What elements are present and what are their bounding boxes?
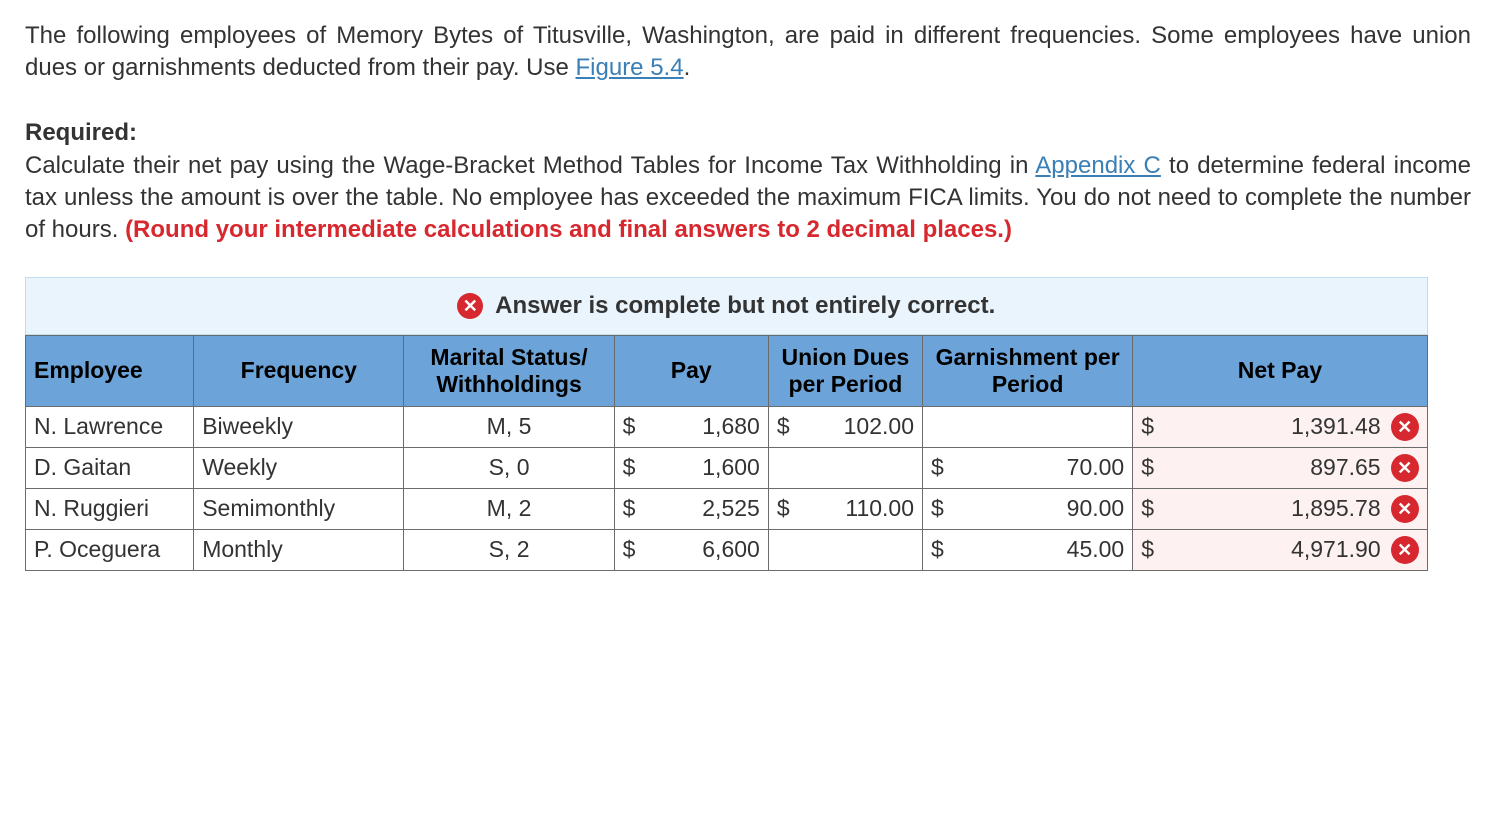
cell-garnish: $45.00 bbox=[923, 529, 1133, 570]
incorrect-icon: ✕ bbox=[1391, 454, 1419, 482]
cell-pay: $1,600 bbox=[614, 447, 768, 488]
prompt-text-1b: . bbox=[684, 54, 691, 81]
cell-marital: M, 5 bbox=[404, 406, 614, 447]
cell-marital: S, 2 bbox=[404, 529, 614, 570]
cell-garnish: $90.00 bbox=[923, 488, 1133, 529]
table-row: N. RuggieriSemimonthlyM, 2$2,525$110.00$… bbox=[26, 488, 1428, 529]
cell-frequency: Semimonthly bbox=[194, 488, 404, 529]
cell-garnish: $70.00 bbox=[923, 447, 1133, 488]
cell-frequency: Biweekly bbox=[194, 406, 404, 447]
cell-employee: P. Oceguera bbox=[26, 529, 194, 570]
col-employee: Employee bbox=[26, 335, 194, 406]
rounding-note: (Round your intermediate calculations an… bbox=[125, 216, 1012, 243]
table-row: D. GaitanWeeklyS, 0$1,600 $70.00$897.65✕ bbox=[26, 447, 1428, 488]
cell-union: $110.00 bbox=[768, 488, 922, 529]
payroll-table: Employee Frequency Marital Status/ Withh… bbox=[25, 335, 1428, 571]
cell-frequency: Monthly bbox=[194, 529, 404, 570]
cell-net-pay[interactable]: $1,391.48✕ bbox=[1133, 406, 1427, 447]
col-frequency: Frequency bbox=[194, 335, 404, 406]
col-union: Union Dues per Period bbox=[768, 335, 922, 406]
table-row: N. LawrenceBiweeklyM, 5$1,680$102.00 $1,3… bbox=[26, 406, 1428, 447]
cell-pay: $2,525 bbox=[614, 488, 768, 529]
prompt-text-1: The following employees of Memory Bytes … bbox=[25, 22, 1471, 81]
cell-net-pay[interactable]: $4,971.90✕ bbox=[1133, 529, 1427, 570]
incorrect-icon: ✕ bbox=[1391, 413, 1419, 441]
incorrect-icon: ✕ bbox=[457, 293, 483, 319]
cell-union: $102.00 bbox=[768, 406, 922, 447]
appendix-link[interactable]: Appendix C bbox=[1035, 152, 1161, 179]
required-label: Required: bbox=[25, 119, 137, 146]
cell-employee: N. Ruggieri bbox=[26, 488, 194, 529]
cell-net-pay[interactable]: $897.65✕ bbox=[1133, 447, 1427, 488]
cell-employee: N. Lawrence bbox=[26, 406, 194, 447]
cell-frequency: Weekly bbox=[194, 447, 404, 488]
cell-net-pay[interactable]: $1,895.78✕ bbox=[1133, 488, 1427, 529]
cell-pay: $6,600 bbox=[614, 529, 768, 570]
cell-employee: D. Gaitan bbox=[26, 447, 194, 488]
feedback-banner: ✕ Answer is complete but not entirely co… bbox=[25, 277, 1428, 335]
col-marital: Marital Status/ Withholdings bbox=[404, 335, 614, 406]
cell-marital: S, 0 bbox=[404, 447, 614, 488]
col-pay: Pay bbox=[614, 335, 768, 406]
cell-union bbox=[768, 529, 922, 570]
cell-garnish bbox=[923, 406, 1133, 447]
figure-link[interactable]: Figure 5.4 bbox=[576, 54, 684, 81]
col-garnish: Garnishment per Period bbox=[923, 335, 1133, 406]
table-row: P. OcegueraMonthlyS, 2$6,600 $45.00$4,971… bbox=[26, 529, 1428, 570]
incorrect-icon: ✕ bbox=[1391, 536, 1419, 564]
feedback-text: Answer is complete but not entirely corr… bbox=[495, 292, 995, 319]
cell-union bbox=[768, 447, 922, 488]
question-prompt: The following employees of Memory Bytes … bbox=[25, 20, 1471, 247]
prompt-text-2a: Calculate their net pay using the Wage-B… bbox=[25, 152, 1035, 179]
cell-pay: $1,680 bbox=[614, 406, 768, 447]
cell-marital: M, 2 bbox=[404, 488, 614, 529]
incorrect-icon: ✕ bbox=[1391, 495, 1419, 523]
col-net: Net Pay bbox=[1133, 335, 1427, 406]
